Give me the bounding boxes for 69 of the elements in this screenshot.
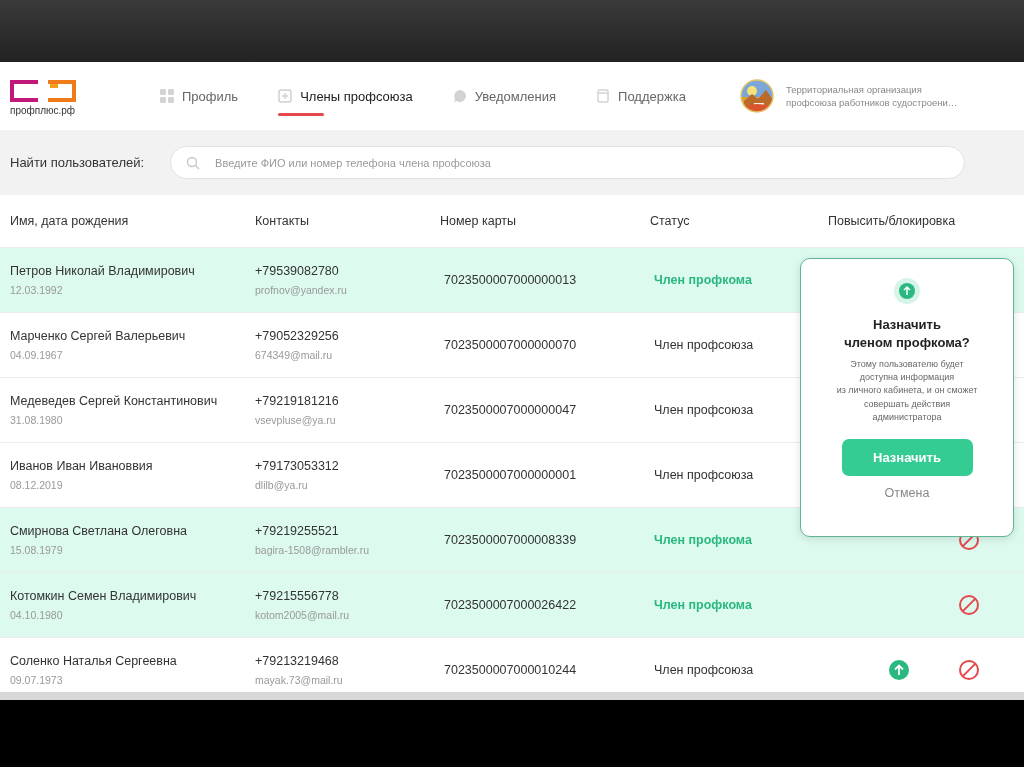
column-header: Имя, дата рождения [10, 214, 130, 228]
popup-text: Этому пользователю будет доступна информация из личного кабинета, и он сможет совершать действия администратора [836, 358, 978, 424]
card-number: 7023500007000000047 [444, 403, 578, 417]
card-number: 7023500007000010244 [444, 663, 578, 677]
user-name: Медеведев Сергей Константинович [10, 394, 219, 408]
user-name: Смирнова Светлана Олеговна [10, 524, 188, 538]
logo-icon [10, 80, 76, 102]
email: vsevpluse@ya.ru [255, 414, 337, 426]
user-name: Соленко Наталья Сергеевна [10, 654, 178, 668]
birth-date: 12.03.1992 [10, 284, 64, 296]
user-name: Петров Николай Владимирович [10, 264, 196, 278]
block-icon[interactable] [958, 594, 980, 616]
nav-tab[interactable]: Члены профсоюза [278, 62, 413, 130]
chat-icon [452, 89, 467, 103]
cancel-button[interactable]: Отмена [876, 481, 938, 504]
search-label: Найти пользователей: [10, 155, 145, 170]
birth-date: 04.09.1967 [10, 349, 64, 361]
email: dlilb@ya.ru [255, 479, 309, 491]
email: bagira-1508@rambler.ru [255, 544, 370, 556]
document-icon [596, 89, 611, 103]
user-name: Марченко Сергей Валерьевич [10, 329, 187, 343]
status-text: Член профсоюза [654, 468, 755, 482]
phone-number: +79052329256 [255, 329, 340, 343]
birth-date: 04.10.1980 [10, 609, 64, 621]
grid-icon [160, 89, 174, 103]
add-user-icon [278, 89, 293, 103]
status-text: Член профсоюза [654, 663, 755, 677]
column-header: Контакты [255, 214, 310, 228]
column-header: Повысить/блокировка [828, 214, 957, 228]
phone-number: +79219255521 [255, 524, 340, 538]
email: mayak.73@mail.ru [255, 674, 344, 686]
phone-number: +79219181216 [255, 394, 340, 408]
card-number: 7023500007000000070 [444, 338, 578, 352]
phone-number: +79213219468 [255, 654, 340, 668]
promote-icon[interactable] [889, 660, 909, 680]
status-text: Член профкома [654, 533, 753, 547]
card-number: 7023500007000008339 [444, 533, 578, 547]
promote-icon [894, 278, 920, 304]
logo-text: профплюс.рф [10, 105, 77, 116]
email: profnov@yandex.ru [255, 284, 348, 296]
phone-number: +79215556778 [255, 589, 340, 603]
card-number: 7023500007000000001 [444, 468, 578, 482]
search-icon [186, 156, 201, 170]
user-name: Котомкин Семен Владимирович [10, 589, 198, 603]
card-number: 7023500007000000013 [444, 273, 578, 287]
status-text: Член профсоюза [654, 403, 755, 417]
popup-title: Назначить членом профкома? [844, 316, 970, 353]
nav-tab[interactable]: Поддержка [596, 62, 686, 130]
nav-tab[interactable]: Уведомления [452, 62, 557, 130]
organization-name: Территориальная организация профсоюза работников судостроени… [786, 82, 958, 110]
birth-date: 09.07.1973 [10, 674, 64, 686]
column-header: Номер карты [440, 214, 518, 228]
block-icon[interactable] [958, 659, 980, 681]
birth-date: 31.08.1980 [10, 414, 64, 426]
phone-number: +79173053312 [255, 459, 340, 473]
phone-number: +79539082780 [255, 264, 340, 278]
birth-date: 15.08.1979 [10, 544, 64, 556]
user-name: Иванов Иван Ивановвия [10, 459, 154, 473]
nav-tab[interactable]: Профиль [160, 62, 239, 130]
status-text: Член профкома [654, 598, 753, 612]
email: kotom2005@mail.ru [255, 609, 351, 621]
card-number: 7023500007000026422 [444, 598, 578, 612]
scrollbar[interactable] [0, 692, 1024, 700]
status-text: Член профсоюза [654, 338, 755, 352]
birth-date: 08.12.2019 [10, 479, 64, 491]
column-header: Статус [650, 214, 691, 228]
status-text: Член профкома [654, 273, 753, 287]
search-field[interactable]: Введите ФИО или номер телефона члена профсоюза [170, 146, 966, 179]
email: 674349@mail.ru [255, 349, 334, 361]
